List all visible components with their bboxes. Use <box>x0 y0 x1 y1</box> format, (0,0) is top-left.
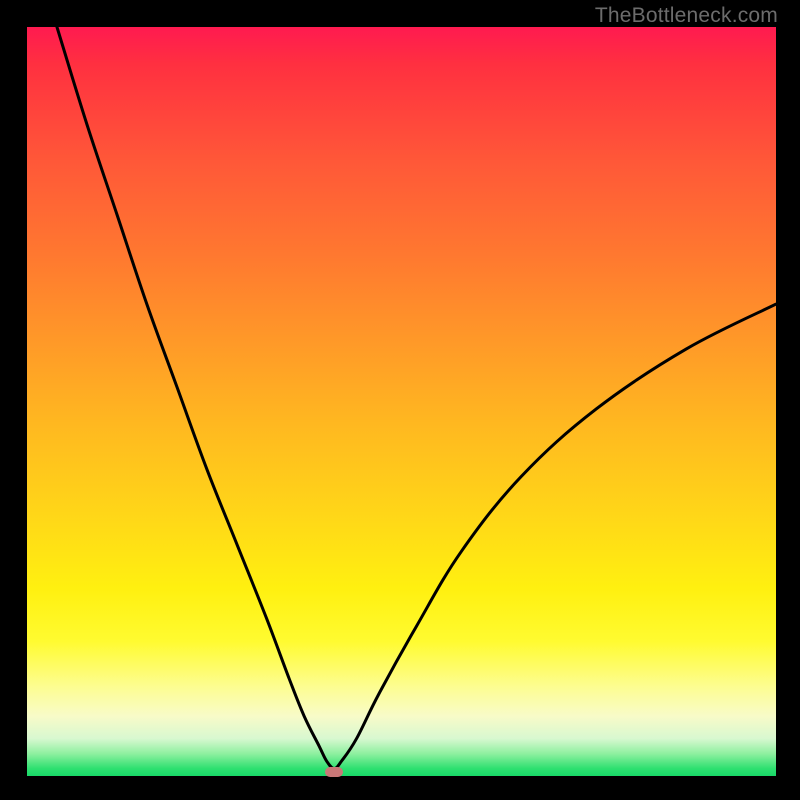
bottleneck-curve <box>27 27 776 776</box>
watermark-text: TheBottleneck.com <box>595 4 778 28</box>
plot-area <box>27 27 776 776</box>
minimum-marker <box>325 767 343 777</box>
chart-frame: TheBottleneck.com <box>0 0 800 800</box>
